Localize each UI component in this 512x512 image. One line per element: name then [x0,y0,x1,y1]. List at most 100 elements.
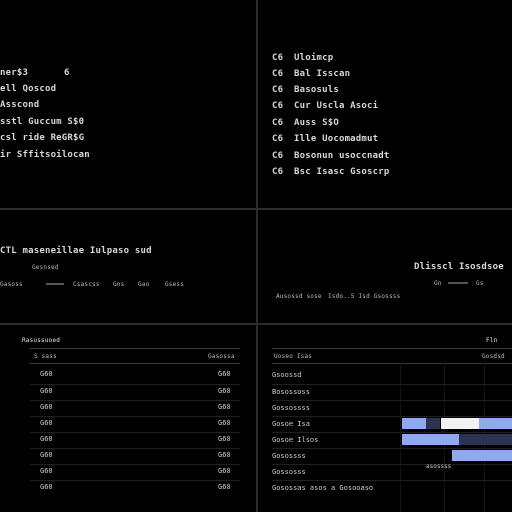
info-line: csl ride ReGR$G [0,133,85,143]
row-label: Gosoe Isa [272,420,310,428]
table-row[interactable]: Gosossas asos a Gosooaso [272,480,512,497]
row-label: Gossossss [272,404,310,412]
cell-right: G60 [218,451,231,459]
stat-label: Gsess [165,281,185,288]
info-line: ell Qoscod [0,84,57,94]
row-marker: C6 [272,53,284,63]
row-label: Basosuls [294,85,339,95]
list-item[interactable]: C6 Uloimcp [272,53,492,65]
top-left-pane: 6 ner$3 ell Qoscod Asscond sstl Guccum S… [0,0,256,208]
table-row[interactable]: G60 G60 [30,464,240,481]
row-label: Gosossas asos a Gosooaso [272,484,374,492]
cell-right: G60 [218,403,231,411]
cell-left: G60 [40,451,53,459]
list-item[interactable]: C6 Bosonun usoccnadt [272,151,492,163]
top-right-pane: C6 Uloimcp C6 Bal Isscan C6 Basosuls C6 … [258,0,512,208]
cell-left: G60 [40,370,53,378]
row-label: Bsc Isasc Gsoscrp [294,167,390,177]
stat-label: Gn [434,280,442,287]
middle-left-pane: CTL maseneillae Iulpaso sud Gesnsed Gaso… [0,210,256,323]
list-item[interactable]: C6 Auss S$O [272,118,492,130]
pane-header: Fln [486,337,498,344]
row-marker: C6 [272,118,284,128]
stat-dot [46,283,64,285]
row-marker: C6 [272,167,284,177]
table-row[interactable]: G60 G60 [30,432,240,449]
cell-left: G60 [40,483,53,491]
stat-label: Ausossd sose [276,293,322,300]
stat-label: Isdo..5 Isd Gsossss [328,293,401,300]
panel-subtitle: Gesnsed [32,264,59,271]
stat-label: Gasoss [0,281,23,288]
bar-segment [484,450,512,461]
table-rule [272,363,512,364]
bar-segment [440,418,479,429]
row-label: Auss S$O [294,118,339,128]
list-item[interactable]: C6 Bsc Isasc Gsoscrp [272,167,492,179]
list-item[interactable]: C6 Bal Isscan [272,69,492,81]
table-row[interactable]: G60 G60 [30,480,240,497]
column-header: Uoseo Isas [274,353,313,360]
table-row[interactable]: Bosossoss [272,384,512,401]
row-label: Gosossss [272,452,306,460]
stat-dot [448,282,468,284]
row-label: Cur Uscla Asoci [294,101,379,111]
list-item[interactable]: C6 Basosuls [272,85,492,97]
cell-right: G60 [218,419,231,427]
row-label: Uloimcp [294,53,334,63]
info-line: sstl Guccum S$0 [0,117,85,127]
stat-label: Gs [476,280,484,287]
bar-segment [459,434,512,445]
cell-right: G60 [218,467,231,475]
cell-left: G60 [40,467,53,475]
table-row[interactable]: Gossossss [272,400,512,417]
list-item[interactable]: C6 Cur Uscla Asoci [272,101,492,113]
info-line: ir Sffitsoilocan [0,150,90,160]
row-marker: C6 [272,151,284,161]
column-header: Gosdsd [482,353,505,360]
cell-left: G60 [40,435,53,443]
row-label: Ille Uocomadmut [294,134,379,144]
cell-right: G60 [218,370,231,378]
list-item[interactable]: C6 Ille Uocomadmut [272,134,492,146]
table-row[interactable]: Gsoossd [272,368,512,384]
row-label: Gossosss [272,468,306,476]
table-row[interactable]: G60 G60 [30,384,240,401]
header-value: 6 [64,68,70,78]
stat-label: Csascss [73,281,100,288]
info-line: Asscond [0,100,40,110]
cell-right: G60 [218,483,231,491]
bar-table: Gsoossd Bosossoss Gossossss Gosoe Isa Gosoe … [258,368,512,512]
row-extra: asossss [426,463,452,470]
cell-left: G60 [40,419,53,427]
table-row[interactable]: Gossosss asossss [272,463,512,481]
row-label: Bal Isscan [294,69,351,79]
table-row[interactable]: G60 G60 [30,448,240,465]
middle-right-pane: Dlisscl Isosdsoe Ausossd sose Isdo..5 Is… [258,210,512,323]
table-row[interactable]: G60 G60 [30,368,240,384]
cell-right: G60 [218,387,231,395]
bar-segment [426,418,441,429]
info-line: ner$3 [0,68,29,78]
row-label: Gosoe Ilsos [272,436,319,444]
cell-left: G60 [40,403,53,411]
row-label: Bosossoss [272,388,310,396]
bar-segment [479,418,512,429]
bar-segment [402,434,460,445]
bottom-left-pane: Rasussuoed S sass Gasossa G60 G60 G60 G6… [0,325,256,512]
row-label: Bosonun usoccnadt [294,151,390,161]
column-header: S sass [34,353,57,360]
row-marker: C6 [272,134,284,144]
row-marker: C6 [272,69,284,79]
stat-label: Gns [113,281,125,288]
stat-label: Gao [138,281,150,288]
cell-right: G60 [218,435,231,443]
panel-title: Dlisscl Isosdsoe [414,262,504,272]
row-label: Gsoossd [272,371,302,379]
panel-title: CTL maseneillae Iulpaso sud [0,246,152,256]
row-marker: C6 [272,85,284,95]
table-row[interactable]: G60 G60 [30,416,240,433]
bottom-right-pane: Fln Uoseo Isas Gosdsd Gsoossd Bosossoss Go… [258,325,512,512]
table-rule [30,363,240,364]
table-row[interactable]: G60 G60 [30,400,240,417]
